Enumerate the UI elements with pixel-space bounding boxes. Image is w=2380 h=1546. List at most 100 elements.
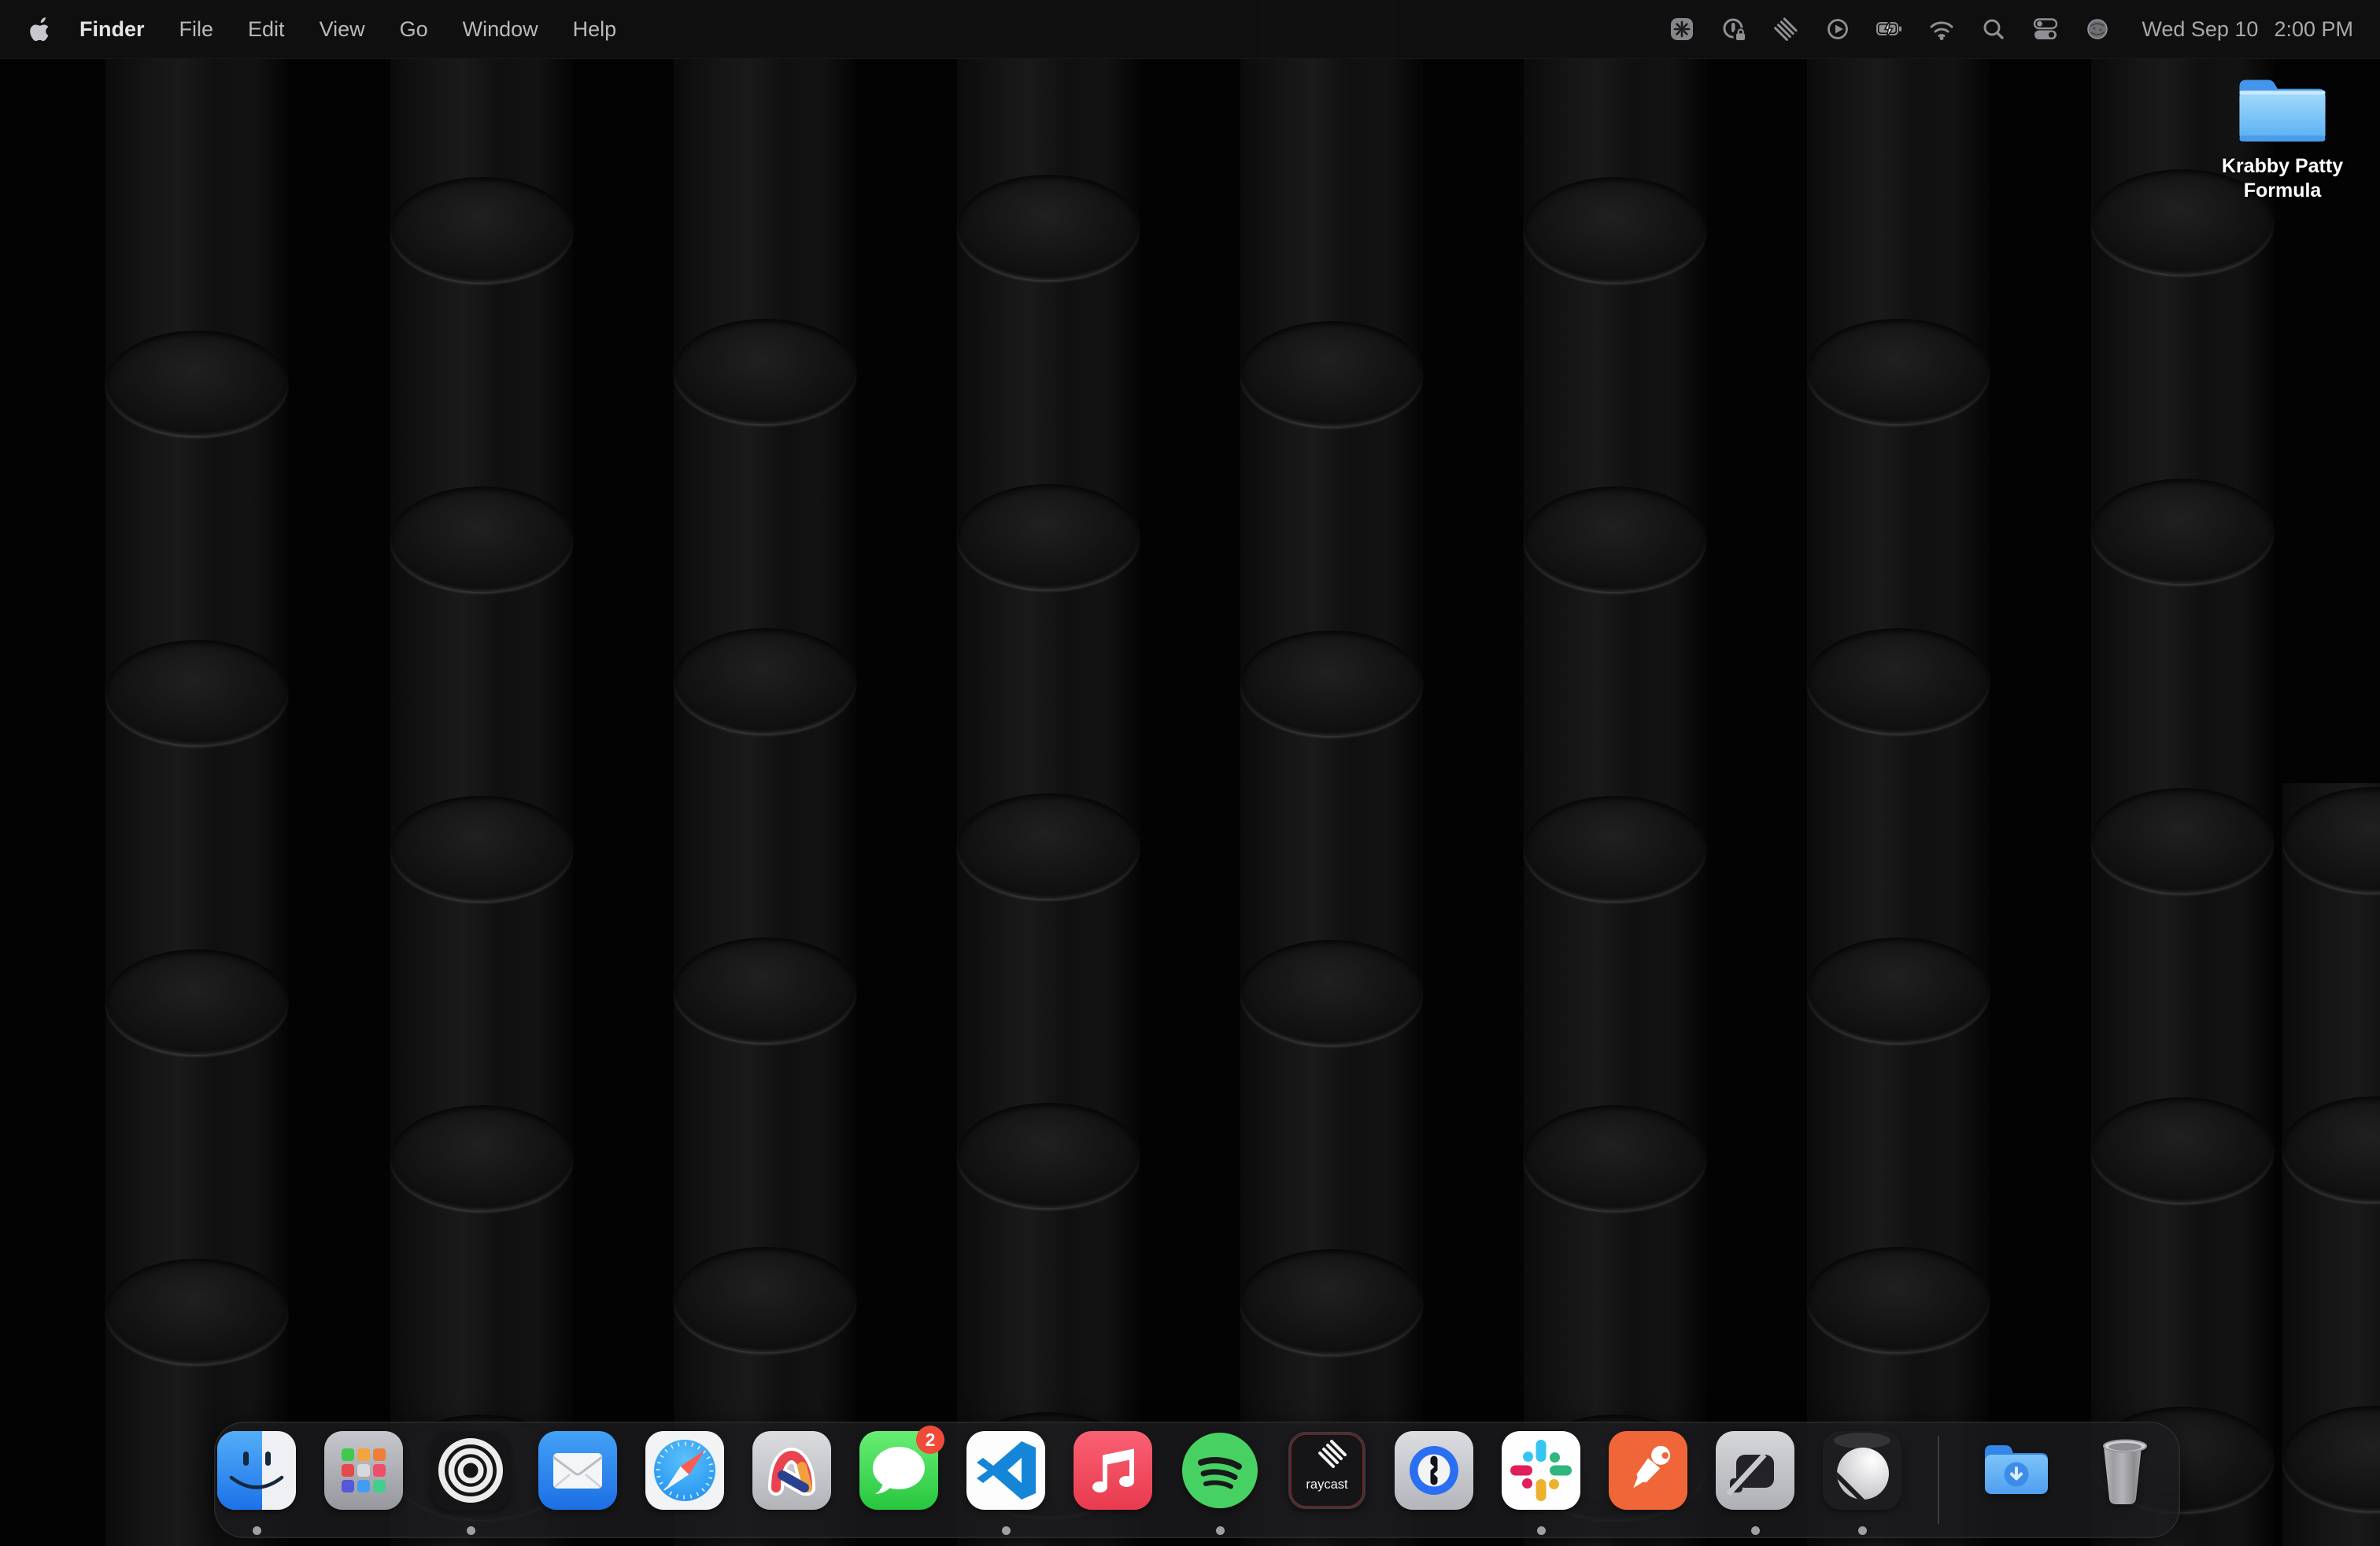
dock-item-messages[interactable]: 2: [859, 1431, 938, 1510]
dock-item-vscode[interactable]: [966, 1431, 1045, 1510]
menu-bar: Finder FileEditViewGoWindowHelp Wed Sep …: [0, 0, 2380, 59]
trash-empty-icon: [2083, 1431, 2162, 1510]
linear-icon: [1823, 1431, 1901, 1510]
cylinder-top: [1524, 486, 1706, 592]
wallpaper-cylinder-column: [390, 0, 573, 1546]
finder-icon: [217, 1431, 296, 1510]
dock-item-slack[interactable]: [1502, 1431, 1580, 1510]
battery-charging-icon[interactable]: [1876, 15, 1904, 43]
menu-bar-date[interactable]: Wed Sep 10: [2142, 17, 2258, 42]
cylinder-top: [674, 628, 856, 734]
apple-menu-icon[interactable]: [30, 17, 51, 42]
mail-icon: [538, 1431, 617, 1510]
cylinder-top: [1524, 177, 1706, 283]
screen-lock-icon[interactable]: [1720, 15, 1748, 43]
zed-icon: [1716, 1431, 1794, 1510]
cylinder-top: [1524, 796, 1706, 901]
cylinder-top: [957, 484, 1140, 590]
dock-item-raycast[interactable]: raycast: [1288, 1431, 1366, 1510]
dock-item-apple-music[interactable]: [1074, 1431, 1152, 1510]
dock-item-downloads-folder[interactable]: [1977, 1431, 2056, 1510]
cylinder-top: [105, 1259, 288, 1364]
cylinder-top: [390, 1105, 573, 1211]
cylinder-top: [1807, 628, 1990, 734]
downloads-folder-icon: [1977, 1431, 2056, 1510]
wifi-icon[interactable]: [1927, 15, 1956, 43]
dock-item-spotify[interactable]: [1181, 1431, 1259, 1510]
now-playing-icon[interactable]: [1824, 15, 1852, 43]
cylinder-top: [2091, 788, 2274, 893]
slack-icon: [1502, 1431, 1580, 1510]
cylinder-top: [957, 793, 1140, 899]
dock-item-mail[interactable]: [538, 1431, 617, 1510]
wallpaper-cylinder-column: [2282, 783, 2380, 1546]
menu-edit[interactable]: Edit: [231, 17, 302, 42]
running-indicator: [1216, 1526, 1225, 1535]
menu-help[interactable]: Help: [556, 17, 634, 42]
cylinder-top: [674, 1247, 856, 1352]
cylinder-top: [2282, 787, 2380, 893]
dock-item-safari[interactable]: [645, 1431, 724, 1510]
svg-text:raycast: raycast: [1306, 1478, 1348, 1492]
dock-row: 2 raycast: [214, 1422, 2180, 1524]
cylinder-top: [390, 177, 573, 283]
control-center-icon[interactable]: [2031, 15, 2060, 43]
dock-item-postman[interactable]: [1609, 1431, 1687, 1510]
postman-icon: [1609, 1431, 1687, 1510]
menu-go[interactable]: Go: [382, 17, 445, 42]
menu-bar-left: Finder FileEditViewGoWindowHelp: [0, 17, 634, 42]
1password-icon: [1395, 1431, 1473, 1510]
dock-item-concentric-rings[interactable]: [431, 1431, 510, 1510]
desktop-wallpaper: [0, 0, 2380, 1546]
menu-file[interactable]: File: [162, 17, 231, 42]
spotify-icon: [1181, 1431, 1259, 1510]
dock-item-arc-browser[interactable]: [752, 1431, 831, 1510]
cylinder-top: [1807, 938, 1990, 1043]
folder-label: Krabby Patty Formula: [2212, 154, 2353, 203]
cylinder-top: [1524, 1105, 1706, 1211]
cylinder-top: [105, 949, 288, 1055]
dock: 2 raycast: [214, 1422, 2180, 1538]
folder-icon: [2212, 71, 2353, 150]
wallpaper-cylinder-column: [674, 0, 856, 1546]
cylinder-top: [1240, 631, 1423, 736]
menu-bar-clock[interactable]: 2:00 PM: [2274, 17, 2353, 42]
dock-item-linear[interactable]: [1823, 1431, 1901, 1510]
menu-window[interactable]: Window: [445, 17, 556, 42]
menu-app-name[interactable]: Finder: [62, 17, 162, 42]
menu-view[interactable]: View: [302, 17, 382, 42]
dock-item-trash-empty[interactable]: [2083, 1431, 2162, 1510]
running-indicator: [1002, 1526, 1011, 1535]
desktop-folder-krabby-patty-formula[interactable]: Krabby Patty Formula: [2212, 71, 2353, 203]
safari-icon: [645, 1431, 724, 1510]
cylinder-top: [674, 319, 856, 424]
dock-item-finder[interactable]: [217, 1431, 296, 1510]
cylinder-top: [390, 796, 573, 901]
starburst-app-icon[interactable]: [1668, 15, 1696, 43]
dock-item-launchpad[interactable]: [324, 1431, 403, 1510]
notification-badge: 2: [916, 1426, 944, 1454]
menu-items: FileEditViewGoWindowHelp: [162, 17, 634, 42]
status-icons: [1644, 15, 2112, 43]
dock-item-1password[interactable]: [1395, 1431, 1473, 1510]
spotlight-search-icon[interactable]: [1979, 15, 2008, 43]
cylinder-top: [2091, 1097, 2274, 1203]
running-indicator: [1858, 1526, 1867, 1535]
wallpaper-cylinder-column: [1524, 0, 1706, 1546]
raycast-menu-icon[interactable]: [1772, 15, 1800, 43]
apple-music-icon: [1074, 1431, 1152, 1510]
cylinder-top: [1240, 1249, 1423, 1355]
running-indicator: [1751, 1526, 1760, 1535]
cylinder-top: [674, 938, 856, 1043]
macos-desktop: Finder FileEditViewGoWindowHelp Wed Sep …: [0, 0, 2380, 1546]
running-indicator: [467, 1526, 475, 1535]
wallpaper-cylinder-column: [1240, 0, 1423, 1546]
cylinder-top: [1240, 321, 1423, 427]
cylinder-top: [957, 1103, 1140, 1208]
cylinder-top: [105, 640, 288, 745]
orb-app-icon[interactable]: [2083, 15, 2112, 43]
arc-browser-icon: [752, 1431, 831, 1510]
cylinder-top: [390, 486, 573, 592]
cylinder-top: [1240, 940, 1423, 1045]
dock-item-zed[interactable]: [1716, 1431, 1794, 1510]
